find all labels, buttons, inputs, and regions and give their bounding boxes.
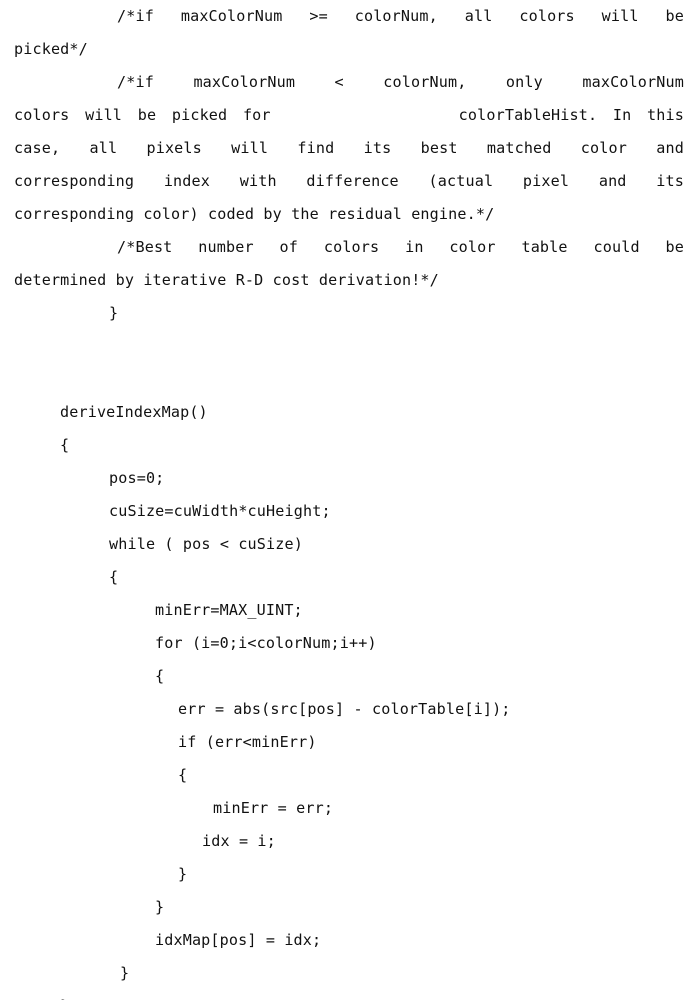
code-line: } (155, 898, 165, 916)
code-line: idxMap[pos] = idx; (155, 931, 322, 949)
code-line-text: /*if maxColorNum >= colorNum, all colors… (117, 7, 684, 25)
code-line-text: /*Best number of colors in color table c… (117, 238, 684, 256)
code-line-text: case, all pixels will find its best matc… (14, 139, 684, 157)
code-line: /*if maxColorNum < colorNum, only maxCol… (14, 66, 684, 99)
code-line: { (109, 568, 119, 586)
code-listing: /*if maxColorNum >= colorNum, all colors… (14, 0, 684, 1000)
code-line: corresponding color) coded by the residu… (14, 205, 495, 223)
code-line: { (178, 766, 188, 784)
code-line: picked*/ (14, 40, 88, 58)
code-line: { (155, 667, 165, 685)
code-line: } (120, 964, 130, 982)
code-line: } (109, 304, 119, 322)
code-line: pos=0; (109, 469, 165, 487)
code-line: corresponding index with difference (act… (14, 165, 684, 198)
code-line: } (178, 865, 188, 883)
code-line: } (14, 990, 684, 1000)
code-line: idx = i; (202, 832, 276, 850)
code-line-text: colors will be picked for colorTableHist… (14, 106, 684, 124)
code-line: minErr=MAX_UINT; (155, 601, 303, 619)
code-line: determined by iterative R-D cost derivat… (14, 271, 439, 289)
code-line: colors will be picked for colorTableHist… (14, 99, 684, 132)
code-line: /*if maxColorNum >= colorNum, all colors… (14, 0, 684, 33)
code-line-text: /*if maxColorNum < colorNum, only maxCol… (117, 73, 684, 91)
code-line: minErr = err; (213, 799, 334, 817)
code-line: cuSize=cuWidth*cuHeight; (109, 502, 331, 520)
code-line: case, all pixels will find its best matc… (14, 132, 684, 165)
code-line-text: corresponding index with difference (act… (14, 172, 684, 190)
code-line: err = abs(src[pos] - colorTable[i]); (178, 700, 511, 718)
code-line: deriveIndexMap() (60, 403, 208, 421)
code-line: /*Best number of colors in color table c… (14, 231, 684, 264)
code-line: if (err<minErr) (178, 733, 317, 751)
document-page: /*if maxColorNum >= colorNum, all colors… (0, 0, 696, 1000)
code-line: for (i=0;i<colorNum;i++) (155, 634, 377, 652)
code-line: { (60, 436, 70, 454)
code-line: while ( pos < cuSize) (109, 535, 303, 553)
